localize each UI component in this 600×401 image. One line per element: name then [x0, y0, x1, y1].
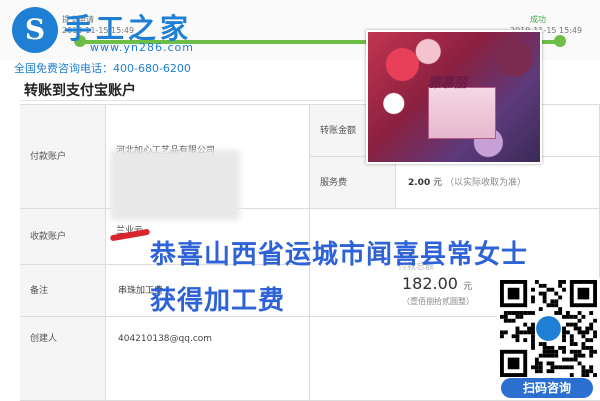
scan-consult-button[interactable]: 扫码咨询	[501, 378, 593, 398]
payer-label: 付款账户	[20, 105, 106, 209]
service-fee-label: 服务费	[310, 157, 396, 209]
creator-label: 创建人	[20, 317, 106, 401]
page-title: 转账到支付宝账户	[24, 83, 136, 99]
qr-code-icon[interactable]	[500, 280, 597, 377]
service-fee-cell: 2.00 元 （以实际收取为准）	[396, 157, 600, 209]
service-fee-note: （以实际收取为准）	[444, 178, 526, 188]
title-divider	[20, 100, 365, 101]
logo-url: www.yn286.com	[90, 41, 194, 54]
service-fee-value: 2.00	[408, 178, 431, 188]
product-brand: 雅慕丽	[428, 76, 468, 91]
remark-label: 备注	[20, 265, 106, 317]
logo-s-icon: S	[12, 7, 58, 53]
qr-consult-block[interactable]: 扫码咨询	[497, 278, 600, 400]
step-success-label: 成功	[530, 15, 546, 24]
service-fee-unit: 元	[433, 178, 443, 188]
hotline-text: 全国免费咨询电话：400-680-6200	[14, 62, 191, 75]
progress-dot-end	[554, 35, 566, 47]
payee-label: 收款账户	[20, 209, 106, 265]
redaction-blur	[110, 150, 240, 220]
product-photo: 雅慕丽	[366, 30, 542, 164]
product-box-image	[428, 87, 496, 139]
congrats-line-1: 恭喜山西省运城市闻喜县常女士	[150, 240, 529, 270]
creator-value: 404210138@qq.com	[106, 317, 310, 401]
